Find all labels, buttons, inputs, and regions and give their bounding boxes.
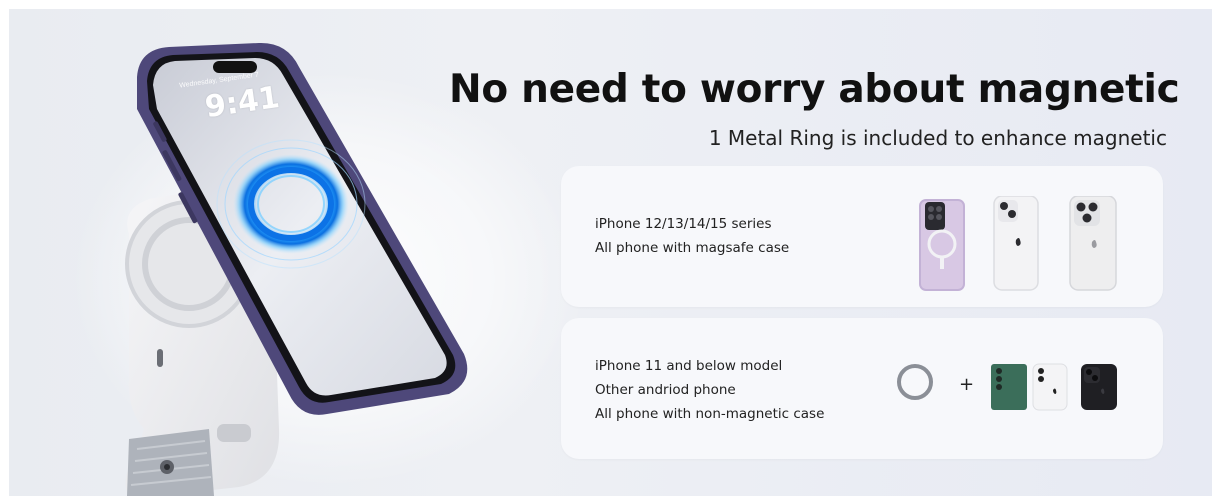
product-banner: Wednesday, September 7 9:41 No need to w…: [9, 9, 1212, 496]
white-phone: [1032, 363, 1068, 411]
card-line: iPhone 11 and below model: [595, 358, 783, 374]
green-android-phone: [991, 364, 1027, 410]
non-magnetic-card: iPhone 11 and below model Other andriod …: [561, 318, 1163, 459]
non-magnetic-phones-illustration: [991, 363, 1117, 411]
clear-case-phone: [919, 199, 965, 291]
compatible-magsafe-text: iPhone 12/13/14/15 series All phone with…: [595, 212, 789, 260]
metal-ring-icon: [897, 364, 933, 400]
magsafe-phones-illustration: [919, 196, 1117, 291]
card-line: All phone with non-magnetic case: [595, 406, 825, 422]
subheadline: 1 Metal Ring is included to enhance magn…: [708, 126, 1167, 150]
card-line: Other andriod phone: [595, 382, 736, 398]
black-iphone: [1081, 364, 1117, 410]
non-magnetic-text: iPhone 11 and below model Other andriod …: [595, 354, 824, 426]
white-iphone-pro: [1069, 196, 1117, 291]
card-line: All phone with magsafe case: [595, 240, 790, 256]
headline: No need to worry about magnetic: [449, 67, 1180, 112]
compatible-magsafe-card: iPhone 12/13/14/15 series All phone with…: [561, 166, 1163, 307]
plus-sign: +: [959, 374, 975, 395]
white-iphone-dual-camera: [993, 196, 1039, 291]
card-line: iPhone 12/13/14/15 series: [595, 216, 772, 232]
